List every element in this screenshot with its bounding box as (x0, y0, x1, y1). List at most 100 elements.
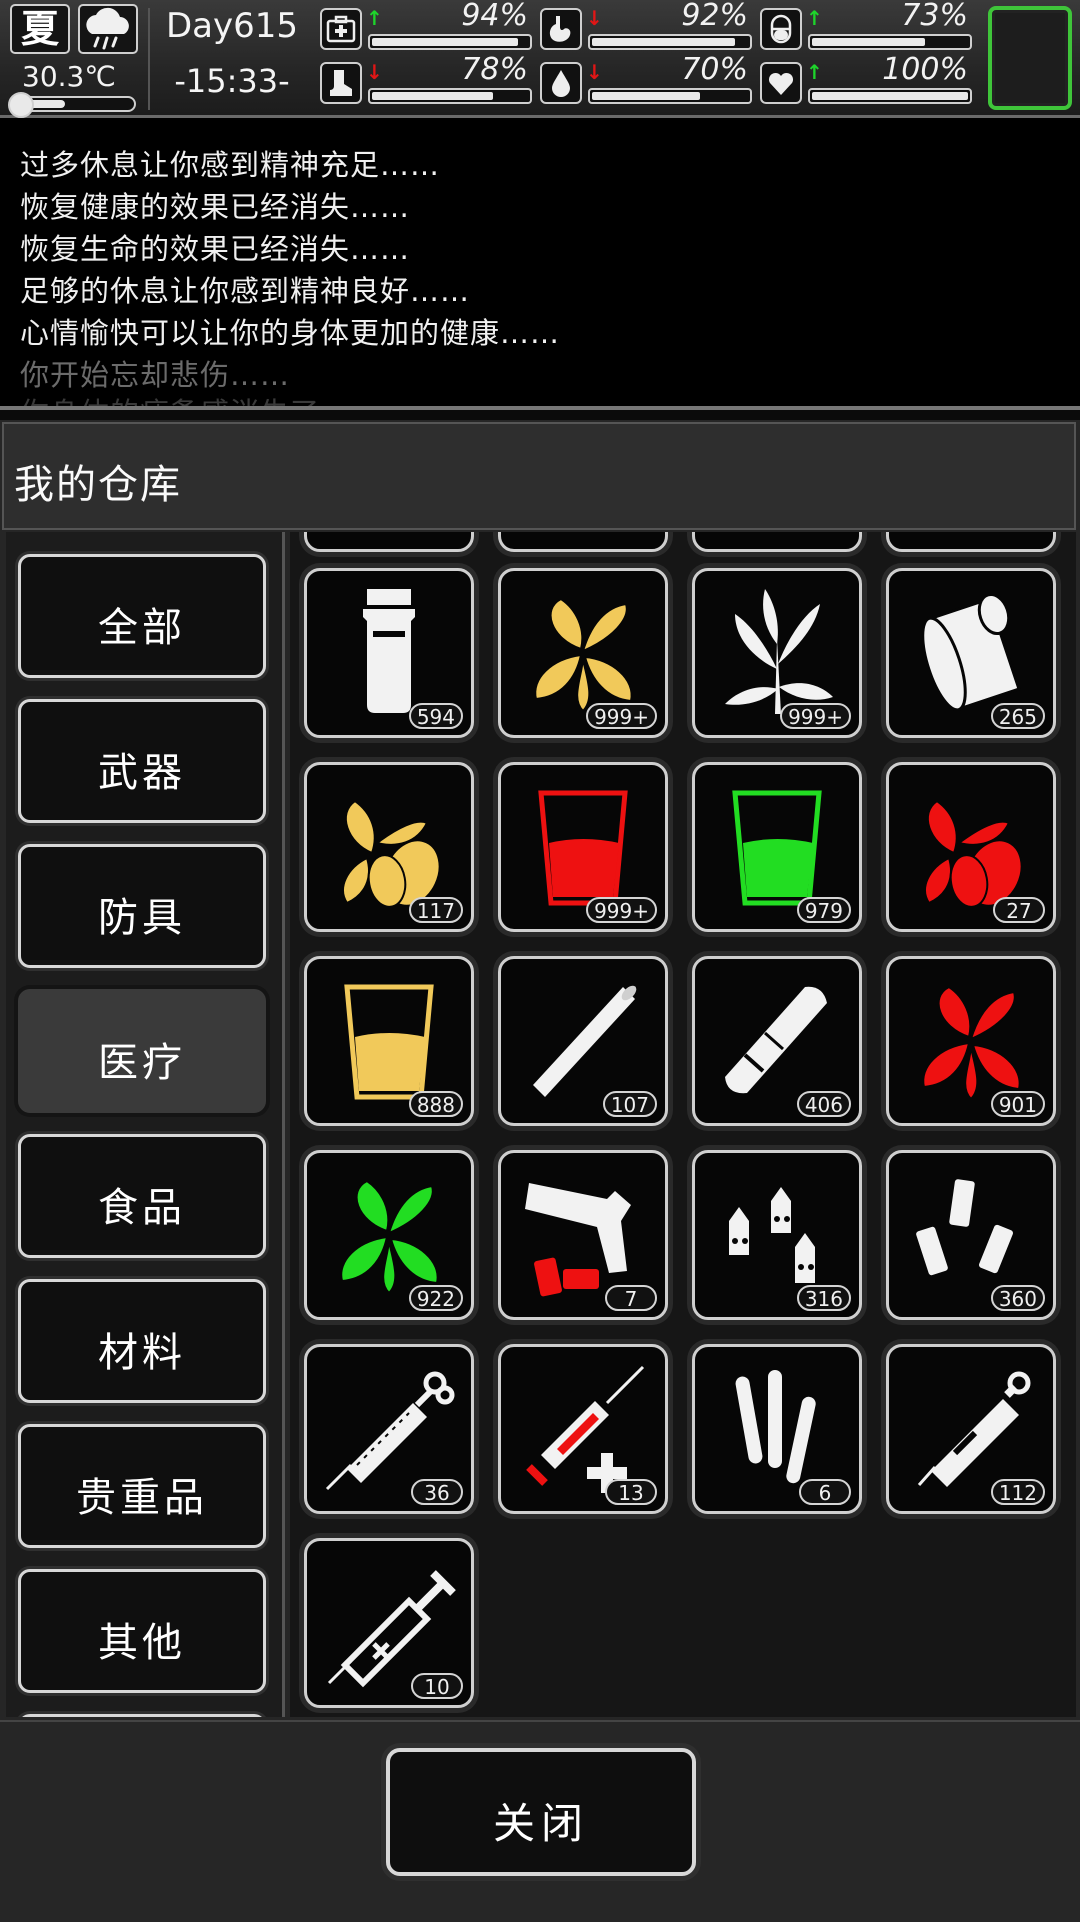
item-count: 10 (411, 1673, 463, 1699)
medical-syringe-icon (327, 1570, 456, 1688)
item-slot[interactable]: 7 (498, 1150, 668, 1320)
heart-icon (760, 62, 802, 104)
stat-bar (588, 34, 752, 50)
item-count: 999+ (780, 703, 851, 729)
item-slot[interactable]: 594 (304, 568, 474, 738)
tab-partial (18, 1714, 266, 1717)
day-counter: Day615 (165, 6, 299, 46)
item-slot[interactable]: 107 (498, 956, 668, 1126)
item-count: 979 (796, 897, 851, 923)
stomach-icon (540, 8, 582, 50)
stat-bar-fill (372, 92, 493, 100)
log-line: 恢复生命的效果已经消失…… (20, 232, 411, 266)
tab-medical[interactable]: 医疗 (18, 989, 266, 1113)
thermometer-icon (8, 92, 34, 118)
stat-bar (368, 34, 532, 50)
trend-arrow: ↑ (366, 6, 383, 30)
red-herb-seeds-icon (924, 799, 1023, 908)
item-grid[interactable]: 594 999+ 999+ 265 117 999+ 979 27 888 10… (290, 532, 1076, 1717)
panel-title: 我的仓库 (14, 462, 182, 508)
item-slot[interactable]: 36 (304, 1344, 474, 1514)
tab-valuables[interactable]: 贵重品 (18, 1424, 266, 1548)
red-syringe-icon (526, 1365, 645, 1493)
item-slot-partial (886, 532, 1056, 552)
test-tubes-icon (733, 1368, 818, 1486)
item-slot[interactable]: 316 (692, 1150, 862, 1320)
stat-bar (808, 88, 972, 104)
trend-arrow: ↓ (586, 60, 603, 84)
stat-bar-fill (592, 38, 736, 46)
item-slot[interactable]: 922 (304, 1150, 474, 1320)
item-slot[interactable]: 999+ (498, 762, 668, 932)
stat-thirst: ↓ 70% (540, 52, 752, 106)
item-slot[interactable]: 406 (692, 956, 862, 1126)
message-log: 过多休息让你感到精神充足…… 恢复健康的效果已经消失…… 恢复生命的效果已经消失… (0, 118, 1080, 410)
item-slot[interactable]: 27 (886, 762, 1056, 932)
tab-food[interactable]: 食品 (18, 1134, 266, 1258)
tab-label: 全部 (98, 605, 186, 651)
item-count: 901 (990, 1091, 1045, 1117)
red-liquid-cup-icon (538, 790, 628, 906)
log-line: 足够的休息让你感到精神良好…… (20, 274, 471, 308)
injector-pen-icon (917, 1371, 1031, 1487)
stat-bar-fill (372, 38, 519, 46)
log-line: 你身体的疲惫感消失了…… (20, 390, 380, 406)
item-slot[interactable]: 265 (886, 568, 1056, 738)
stat-value: 100% (882, 52, 968, 87)
item-slot[interactable]: 999+ (692, 568, 862, 738)
tab-other[interactable]: 其他 (18, 1569, 266, 1693)
tab-label: 防具 (98, 895, 186, 941)
item-slot[interactable]: 888 (304, 956, 474, 1126)
equipped-item-slot[interactable] (988, 6, 1072, 110)
item-count: 316 (796, 1285, 851, 1311)
item-slot-partial (304, 532, 474, 552)
log-line: 过多休息让你感到精神充足…… (20, 148, 441, 182)
item-slot[interactable]: 360 (886, 1150, 1056, 1320)
yellow-herb-seeds-icon (342, 799, 441, 908)
category-tabs[interactable]: 全部 武器 防具 医疗 食品 材料 贵重品 其他 (6, 532, 285, 1717)
item-slot-partial (498, 532, 668, 552)
item-slot[interactable]: 112 (886, 1344, 1056, 1514)
trend-arrow: ↓ (586, 6, 603, 30)
tab-label: 武器 (98, 750, 186, 796)
item-slot[interactable]: 13 (498, 1344, 668, 1514)
panel-header: 我的仓库 (2, 422, 1076, 530)
item-slot[interactable]: 999+ (498, 568, 668, 738)
tab-armor[interactable]: 防具 (18, 844, 266, 968)
vials-icon (914, 1177, 1015, 1278)
close-button[interactable]: 关闭 (386, 1748, 696, 1876)
item-count: 112 (990, 1479, 1045, 1505)
stat-value: 94% (461, 0, 528, 33)
tab-all[interactable]: 全部 (18, 554, 266, 678)
item-count: 360 (990, 1285, 1045, 1311)
trend-arrow: ↑ (806, 60, 823, 84)
temperature-text: 30.3℃ (22, 60, 116, 93)
item-count: 107 (602, 1091, 657, 1117)
item-count: 7 (605, 1285, 657, 1311)
tab-weapons[interactable]: 武器 (18, 699, 266, 823)
weather-icon (78, 4, 138, 54)
stat-bar-fill (592, 92, 700, 100)
season-indicator: 夏 (10, 4, 70, 54)
stat-bar (368, 88, 532, 104)
item-count: 6 (799, 1479, 851, 1505)
stat-life: ↑ 100% (760, 52, 972, 106)
item-count: 594 (408, 703, 463, 729)
log-line: 恢复健康的效果已经消失…… (20, 190, 411, 224)
stat-bar-fill (812, 38, 925, 46)
boot-icon (320, 62, 362, 104)
item-count: 36 (411, 1479, 463, 1505)
stat-mood: ↑ 73% (760, 0, 972, 52)
item-slot[interactable]: 979 (692, 762, 862, 932)
item-slot[interactable]: 117 (304, 762, 474, 932)
tab-materials[interactable]: 材料 (18, 1279, 266, 1403)
item-slot[interactable]: 10 (304, 1538, 474, 1708)
trend-arrow: ↑ (806, 6, 823, 30)
item-slot[interactable]: 901 (886, 956, 1056, 1126)
item-slot[interactable]: 6 (692, 1344, 862, 1514)
cigarette-icon (533, 985, 637, 1097)
item-count: 27 (993, 897, 1045, 923)
item-count: 13 (605, 1479, 657, 1505)
item-count: 999+ (586, 703, 657, 729)
yellow-liquid-cup-icon (344, 984, 434, 1100)
